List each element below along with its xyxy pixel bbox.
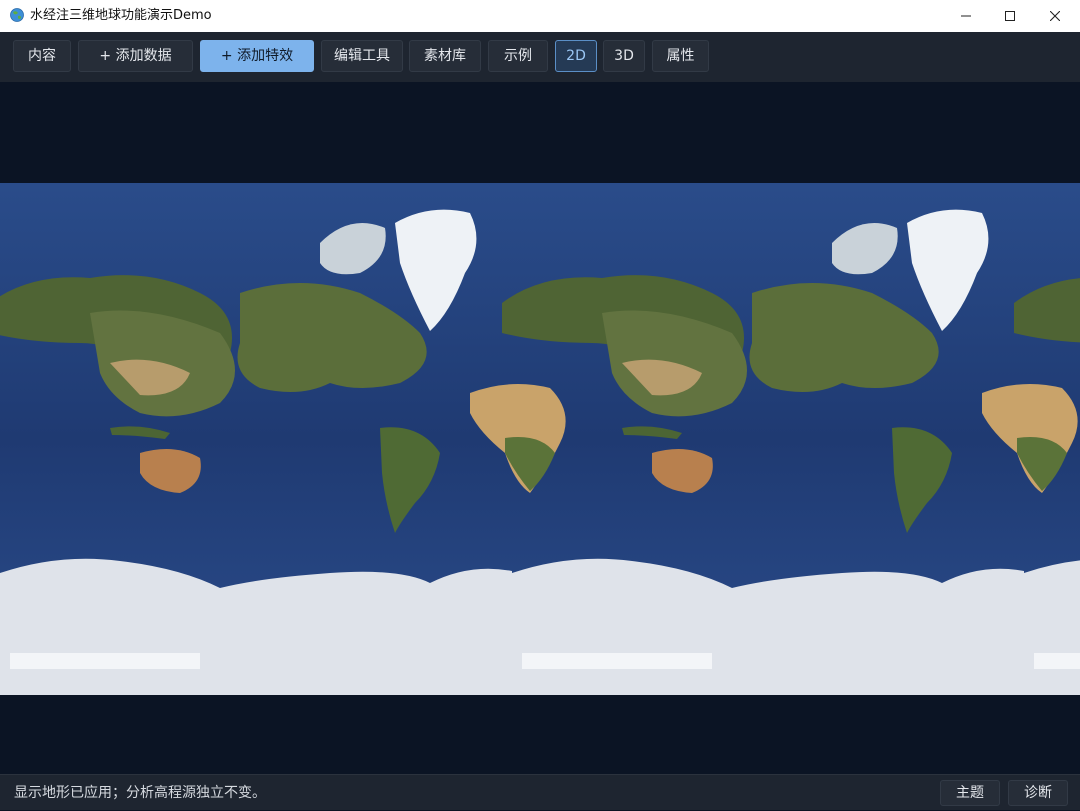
- maximize-button[interactable]: [987, 0, 1033, 32]
- material-library-button[interactable]: 素材库: [409, 40, 481, 72]
- title-bar: 水经注三维地球功能演示Demo: [0, 0, 1080, 32]
- add-data-button[interactable]: + 添加数据: [78, 40, 193, 72]
- theme-button[interactable]: 主题: [940, 780, 1000, 806]
- edit-tools-button[interactable]: 编辑工具: [321, 40, 403, 72]
- toolbar: 内容 + 添加数据 + 添加特效 编辑工具 素材库 示例 2D 3D 属性: [0, 32, 1080, 82]
- world-map-2d[interactable]: [0, 183, 1080, 695]
- minimize-button[interactable]: [943, 0, 989, 32]
- minimize-icon: [961, 15, 971, 17]
- examples-button[interactable]: 示例: [488, 40, 548, 72]
- content-button[interactable]: 内容: [13, 40, 71, 72]
- globe-icon: [10, 8, 24, 22]
- close-icon: [1050, 11, 1060, 21]
- add-effects-button[interactable]: + 添加特效: [200, 40, 314, 72]
- status-bar: 显示地形已应用；分析高程源独立不变。 主题 诊断: [0, 774, 1080, 810]
- window-title: 水经注三维地球功能演示Demo: [30, 8, 212, 23]
- map-viewport[interactable]: [0, 82, 1080, 774]
- status-message: 显示地形已应用；分析高程源独立不变。: [14, 785, 266, 801]
- properties-button[interactable]: 属性: [652, 40, 709, 72]
- maximize-icon: [1005, 11, 1015, 21]
- view-3d-button[interactable]: 3D: [603, 40, 645, 72]
- view-2d-button[interactable]: 2D: [555, 40, 597, 72]
- diagnose-button[interactable]: 诊断: [1008, 780, 1068, 806]
- close-button[interactable]: [1032, 0, 1078, 32]
